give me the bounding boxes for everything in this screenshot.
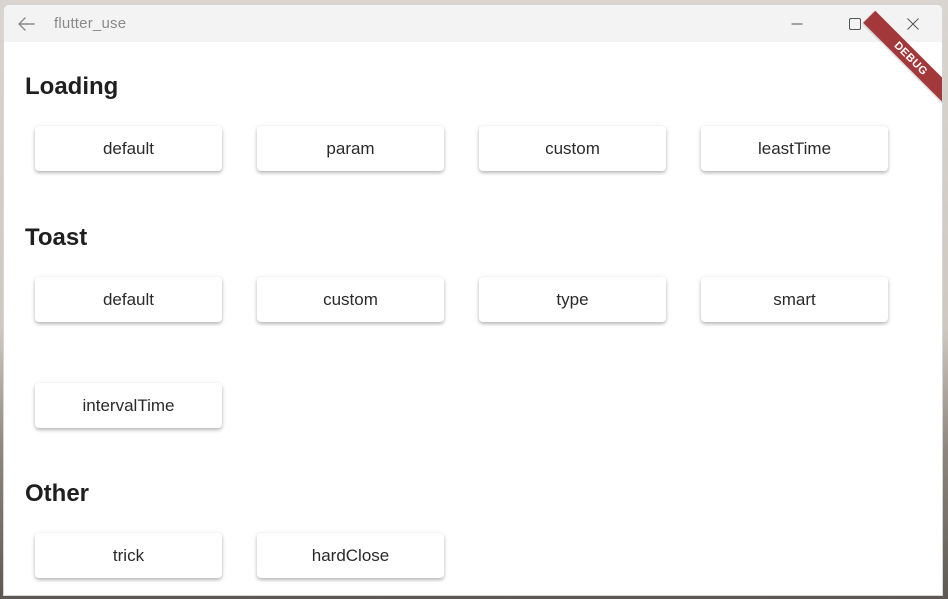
title-bar: flutter_use xyxy=(4,5,942,42)
minimize-button[interactable] xyxy=(768,5,826,42)
loading-leasttime-button[interactable]: leastTime xyxy=(701,126,888,171)
loading-param-button[interactable]: param xyxy=(257,126,444,171)
other-hardclose-button[interactable]: hardClose xyxy=(257,533,444,578)
other-trick-button[interactable]: trick xyxy=(35,533,222,578)
toast-custom-button[interactable]: custom xyxy=(257,277,444,322)
window-title: flutter_use xyxy=(54,15,127,32)
section-title-loading: Loading xyxy=(25,73,119,100)
section-title-other: Other xyxy=(25,480,90,507)
maximize-icon xyxy=(849,17,861,30)
toast-type-button[interactable]: type xyxy=(479,277,666,322)
main-content: Loading default param custom leastTime T… xyxy=(4,10,942,595)
loading-custom-button[interactable]: custom xyxy=(479,126,666,171)
back-button[interactable] xyxy=(4,5,48,42)
toast-smart-button[interactable]: smart xyxy=(701,277,888,322)
arrow-left-icon xyxy=(18,16,35,31)
toast-default-button[interactable]: default xyxy=(35,277,222,322)
toast-intervaltime-button[interactable]: intervalTime xyxy=(35,383,222,428)
loading-default-button[interactable]: default xyxy=(35,126,222,171)
window-controls xyxy=(768,5,942,42)
minimize-icon xyxy=(791,23,803,24)
section-title-toast: Toast xyxy=(25,224,88,251)
app-window: flutter_use Loading default param custom… xyxy=(3,4,943,596)
close-icon xyxy=(907,17,919,30)
